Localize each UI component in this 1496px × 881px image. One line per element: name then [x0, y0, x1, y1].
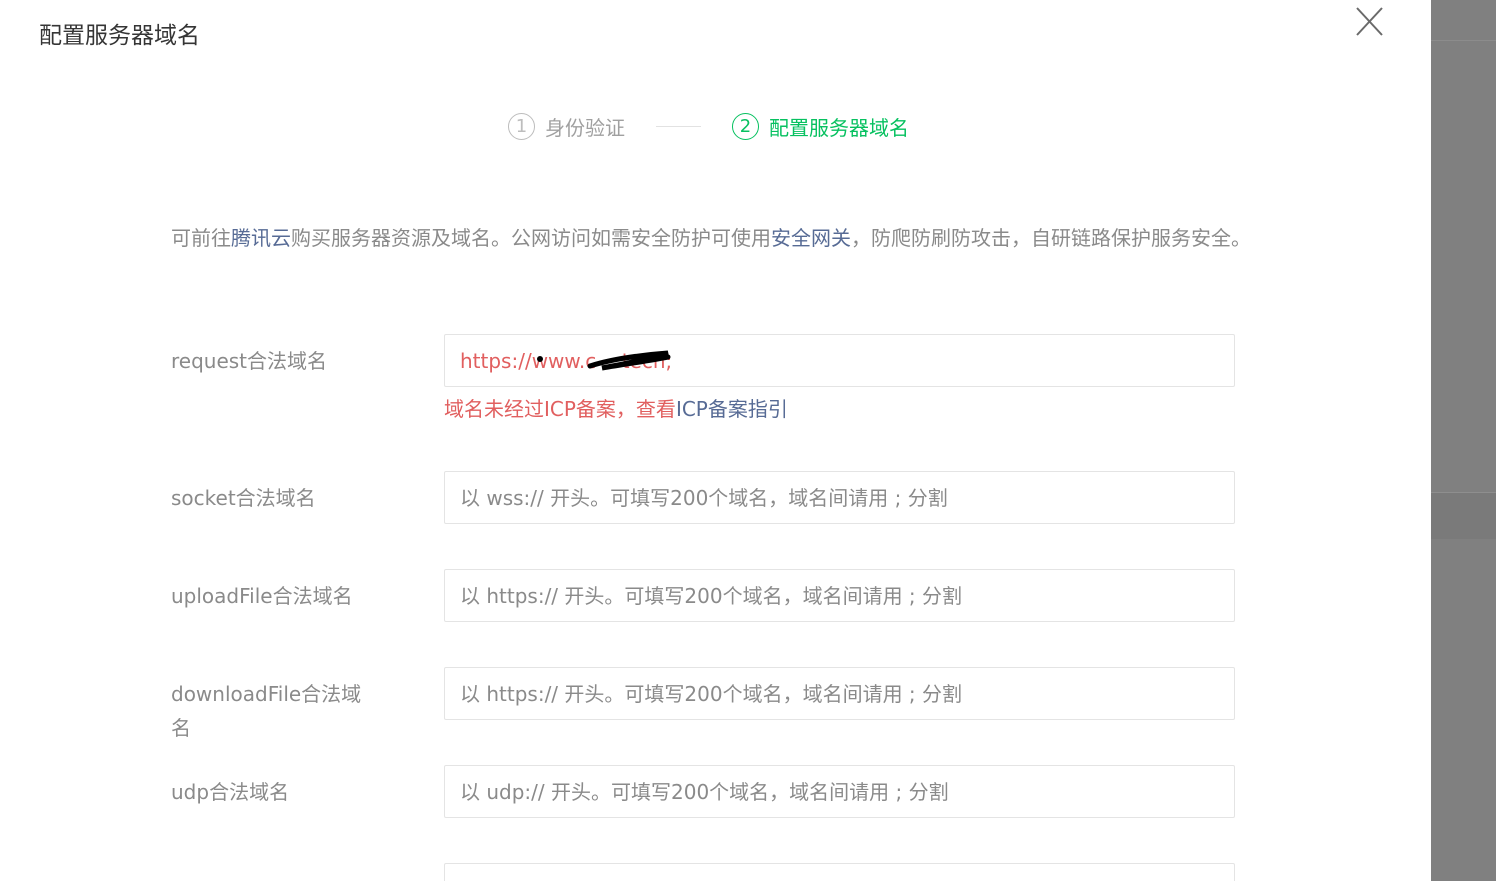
- modal-backdrop[interactable]: [1431, 0, 1496, 881]
- backdrop-band: [1431, 492, 1496, 539]
- intro-text-part: ，防爬防刷防攻击，自研链路保护服务安全。: [851, 226, 1251, 250]
- tencent-cloud-link[interactable]: 腾讯云: [231, 226, 291, 250]
- step-label: 身份验证: [545, 115, 625, 140]
- next-domain-input[interactable]: [444, 863, 1235, 881]
- step-identity-verification: 1 身份验证: [508, 112, 625, 141]
- udp-domain-label: udp合法域名: [171, 780, 290, 804]
- intro-text-part: 购买服务器资源及域名。公网访问如需安全防护可使用: [291, 226, 771, 250]
- step-indicator: 1 身份验证 2 配置服务器域名: [508, 110, 909, 142]
- close-icon: [1356, 7, 1383, 36]
- uploadfile-domain-input[interactable]: [444, 569, 1235, 622]
- socket-domain-label: socket合法域名: [171, 486, 316, 510]
- request-domain-error: 域名未经过ICP备案，查看ICP备案指引: [444, 393, 788, 422]
- step-separator: [656, 125, 701, 127]
- dialog: 配置服务器域名 1 身份验证 2 配置服务器域名 可前往腾讯云购买服务器资源及域…: [0, 0, 1431, 881]
- step-number: 2: [732, 112, 759, 140]
- step-configure-domain: 2 配置服务器域名: [732, 112, 909, 141]
- close-button[interactable]: [1350, 4, 1388, 40]
- intro-text-part: 可前往: [171, 226, 231, 250]
- downloadfile-domain-input[interactable]: [444, 667, 1235, 720]
- request-domain-input[interactable]: [444, 334, 1235, 387]
- intro-text: 可前往腾讯云购买服务器资源及域名。公网访问如需安全防护可使用安全网关，防爬防刷防…: [171, 221, 1251, 255]
- request-domain-label: request合法域名: [171, 349, 328, 373]
- dialog-title: 配置服务器域名: [39, 23, 200, 49]
- step-label: 配置服务器域名: [769, 115, 909, 140]
- backdrop-divider: [1431, 40, 1496, 41]
- uploadfile-domain-label: uploadFile合法域名: [171, 584, 353, 608]
- security-gateway-link[interactable]: 安全网关: [771, 226, 851, 250]
- step-number: 1: [508, 112, 535, 140]
- downloadfile-domain-label: downloadFile合法域名: [171, 682, 362, 740]
- error-message: 域名未经过ICP备案，查看: [444, 397, 676, 421]
- socket-domain-input[interactable]: [444, 471, 1235, 524]
- icp-guide-link[interactable]: ICP备案指引: [676, 397, 788, 421]
- udp-domain-input[interactable]: [444, 765, 1235, 818]
